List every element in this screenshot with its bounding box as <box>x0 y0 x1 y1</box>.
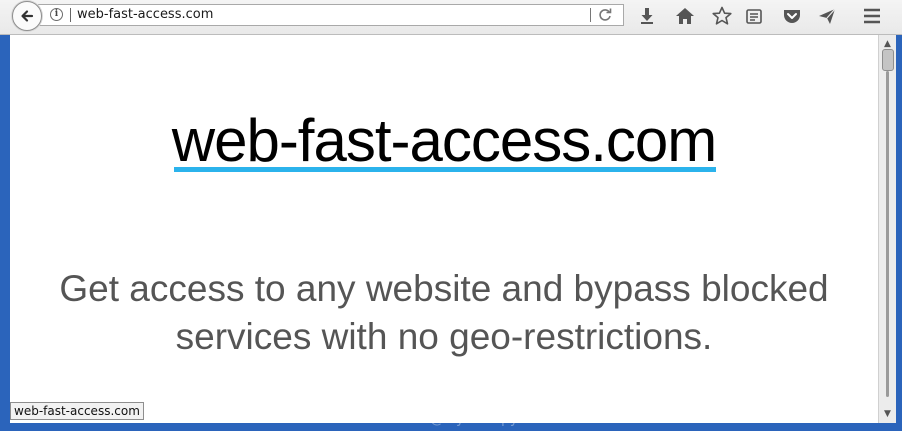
download-icon[interactable] <box>637 6 657 26</box>
watermark: web-fast-access.com@MyAntiSpyware <box>283 411 553 427</box>
menu-icon[interactable] <box>862 6 882 26</box>
url-bar[interactable]: i web-fast-access.com <box>38 4 624 26</box>
navigation-toolbar: i web-fast-access.com <box>0 0 902 35</box>
info-icon[interactable]: i <box>50 8 63 21</box>
tagline: Get access to any website and bypass blo… <box>10 265 878 361</box>
pocket-icon[interactable] <box>782 6 802 26</box>
url-separator <box>70 8 71 22</box>
reader-view-icon[interactable] <box>744 6 764 26</box>
home-icon[interactable] <box>675 6 695 26</box>
bookmark-star-icon[interactable] <box>712 6 732 26</box>
tagline-line-2: services with no geo-restrictions. <box>175 316 713 357</box>
url-input[interactable]: web-fast-access.com <box>77 7 213 22</box>
send-icon[interactable] <box>817 6 837 26</box>
title-underline <box>174 167 716 172</box>
reload-separator <box>590 8 591 22</box>
page-content: web-fast-access.com Get access to any we… <box>10 35 878 423</box>
scroll-down-arrow-icon[interactable]: ▼ <box>879 407 896 421</box>
window-frame-left <box>0 0 10 431</box>
reload-icon[interactable] <box>597 7 613 23</box>
tagline-line-1: Get access to any website and bypass blo… <box>59 268 829 309</box>
site-title: web-fast-access.com <box>171 107 718 174</box>
window-frame-right <box>896 0 902 431</box>
back-button[interactable] <box>12 1 42 31</box>
status-bar: web-fast-access.com <box>10 402 144 420</box>
scroll-thumb[interactable] <box>882 49 894 71</box>
scroll-track[interactable] <box>886 71 889 397</box>
vertical-scrollbar[interactable]: ▲ ▼ <box>878 35 896 423</box>
back-arrow-icon <box>21 10 34 22</box>
